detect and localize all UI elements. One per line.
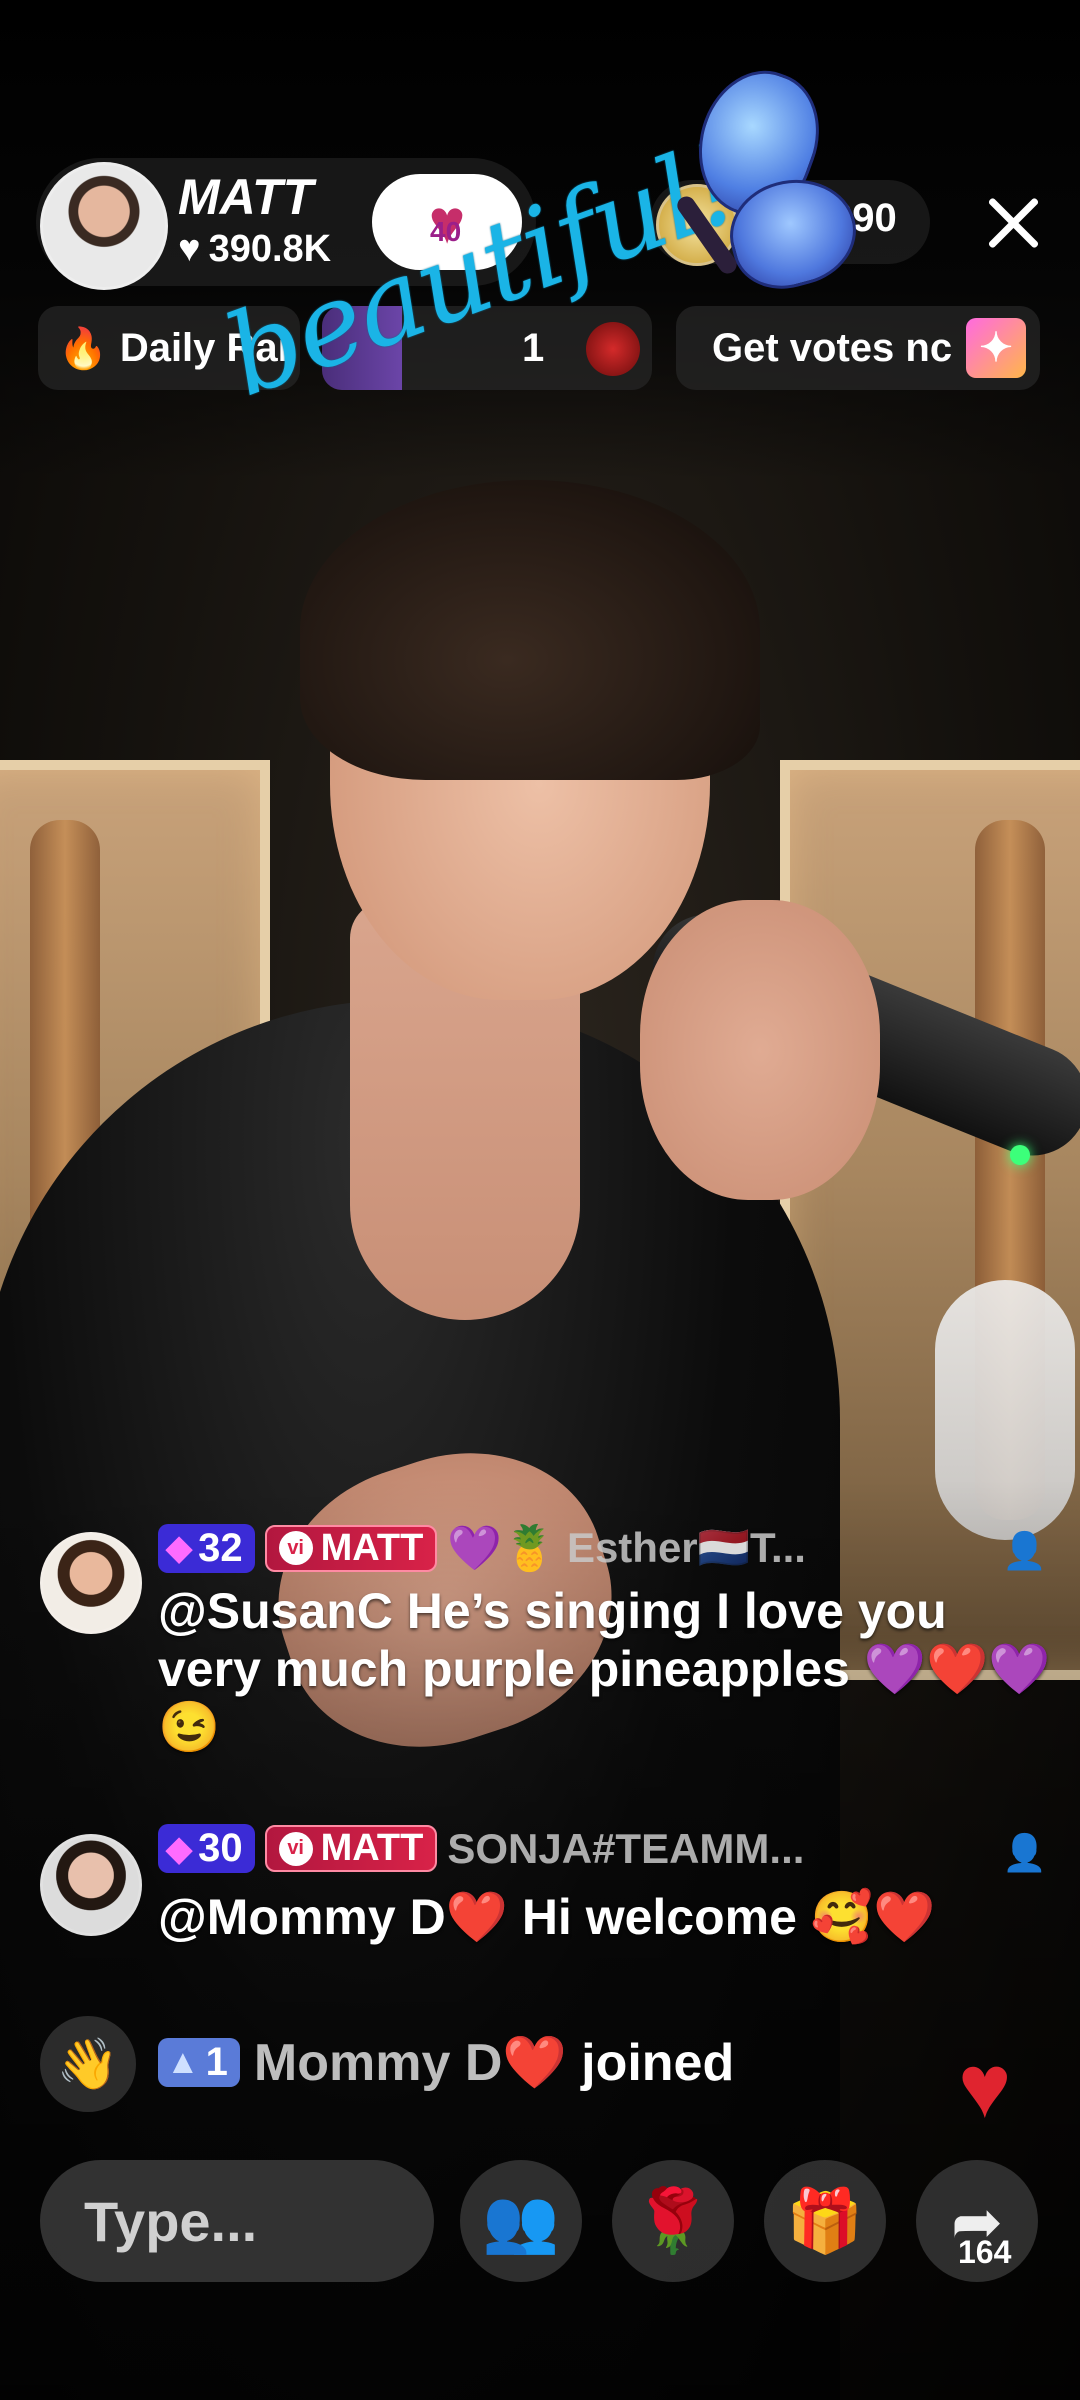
fan-club-badge: vi MATT xyxy=(264,1825,438,1872)
close-icon[interactable] xyxy=(978,188,1048,258)
user-profile-icon[interactable]: 👤 xyxy=(1002,1832,1047,1874)
fan-club-badge: vi MATT xyxy=(264,1524,438,1572)
get-votes-label: Get votes nc xyxy=(712,325,953,370)
commenter-avatar[interactable] xyxy=(40,1834,142,1936)
comment-meta: ◆ 30 vi MATT SONJA#TEAMM... xyxy=(158,1824,804,1873)
vip-icon: vi xyxy=(278,1831,313,1866)
butterfly-icon xyxy=(660,54,868,301)
comment-username[interactable]: SONJA#TEAMM... xyxy=(447,1825,804,1873)
match-number: 1 xyxy=(522,325,545,370)
level-badge: ◆ 32 xyxy=(158,1523,255,1573)
comment-text: @Mommy D❤️ Hi welcome 🥰❤️ xyxy=(158,1889,936,1945)
username-emojis: 💜🍍 xyxy=(447,1524,557,1573)
level-badge: ◆ 30 xyxy=(158,1824,255,1873)
comment-input[interactable]: Type... xyxy=(40,2160,434,2282)
host-avatar[interactable] xyxy=(40,162,168,290)
joined-username[interactable]: Mommy D❤️ xyxy=(254,2032,567,2093)
floating-heart-icon: ♥ xyxy=(958,2037,1012,2137)
diamond-icon: ◆ xyxy=(166,1829,193,1868)
vip-icon: vi xyxy=(278,1531,313,1565)
friends-icon[interactable]: 👥 xyxy=(460,2160,582,2282)
host-name: MATT xyxy=(178,169,314,225)
commenter-avatar[interactable] xyxy=(40,1532,142,1634)
microphone-led xyxy=(1010,1145,1030,1165)
comment-text: @SusanC He’s singing I love you very muc… xyxy=(158,1583,1051,1755)
comment-username[interactable]: Esther🇳🇱T... xyxy=(567,1524,806,1573)
opponent-avatar xyxy=(586,322,640,376)
singer-hand-mic xyxy=(640,900,880,1200)
flame-icon: 🔥 xyxy=(58,326,108,371)
heart-icon: ♥ xyxy=(178,228,201,270)
gift-icon[interactable]: 🎁 xyxy=(764,2160,886,2282)
triangle-icon: ▲ xyxy=(166,2043,200,2081)
joined-label: joined xyxy=(581,2033,735,2092)
rose-gift-icon[interactable]: 🌹 xyxy=(612,2160,734,2282)
wave-hand-icon[interactable]: 👋 xyxy=(40,2016,136,2112)
user-profile-icon[interactable]: 👤 xyxy=(1002,1530,1047,1572)
singer-hair xyxy=(300,480,760,780)
comment-meta: ◆ 32 vi MATT 💜🍍 Esther🇳🇱T... xyxy=(158,1522,806,1574)
get-votes-chip[interactable]: Get votes nc ✦ xyxy=(676,306,1040,390)
join-notice: ▲ 1 Mommy D❤️ joined xyxy=(158,2032,734,2093)
gift-box-icon: ✦ xyxy=(966,318,1026,378)
level-badge: ▲ 1 xyxy=(158,2038,240,2087)
share-count: 164 xyxy=(958,2234,1012,2270)
diamond-icon: ◆ xyxy=(166,1529,193,1567)
